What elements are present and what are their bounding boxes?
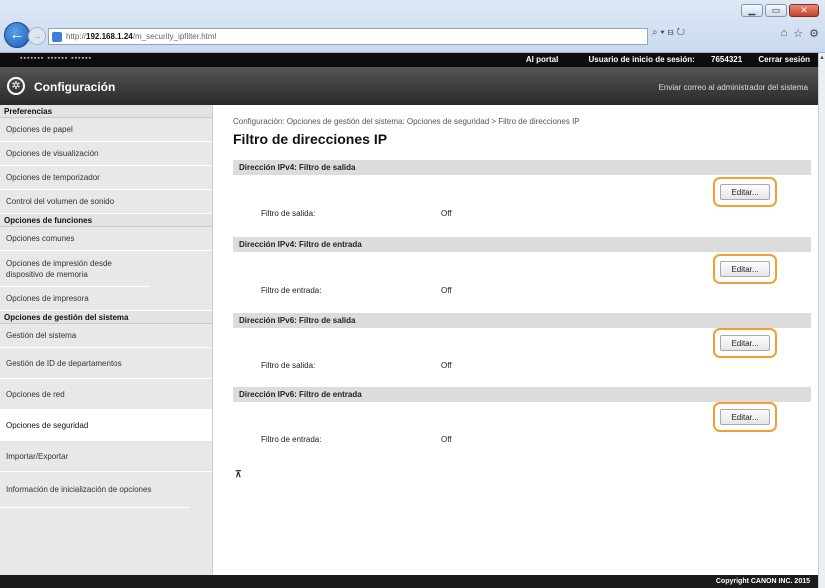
footer: Copyright CANON INC. 2015 [0, 575, 818, 588]
sidebar-item-visualizacion[interactable]: Opciones de visualización [0, 142, 212, 166]
sidebar-item-red[interactable]: Opciones de red [0, 379, 212, 410]
sidebar-item-inicializacion[interactable]: Información de inicialización de opcione… [0, 472, 190, 508]
copyright: Copyright CANON INC. 2015 [715, 578, 810, 585]
sidebar-item-id-departamentos[interactable]: Gestión de ID de departamentos [0, 348, 212, 379]
breadcrumb: Configuración: Opciones de gestión del s… [233, 117, 580, 126]
field-label-ipv4-salida: Filtro de salida: [261, 209, 316, 218]
page-icon [52, 32, 62, 42]
logout-link[interactable]: Cerrar sesión [758, 55, 810, 64]
portal-link[interactable]: Al portal [526, 55, 558, 64]
header-title: Configuración [34, 80, 116, 94]
window-controls: ▁ ▭ ✕ [741, 4, 819, 17]
home-icon[interactable]: ⌂ [781, 27, 788, 40]
sidebar-item-volumen[interactable]: Control del volumen de sonido [0, 190, 212, 214]
star-icon[interactable]: ☆ [793, 27, 803, 40]
url-path: /m_security_ipfilter.html [132, 32, 217, 41]
header-bar: ✲ Configuración Enviar correo al adminis… [0, 67, 818, 105]
sidebar-item-comunes[interactable]: Opciones comunes [0, 227, 212, 251]
section-heading-ipv6-salida: Dirección IPv6: Filtro de salida [233, 313, 811, 328]
close-window-button[interactable]: ✕ [789, 4, 819, 17]
edit-ipv4-salida-button[interactable]: Editar... [720, 184, 770, 200]
login-user-label: Usuario de inicio de sesión: [588, 55, 695, 64]
edit-button-frame: Editar... [713, 402, 777, 432]
field-value-ipv6-salida: Off [441, 361, 452, 370]
page-scrollbar[interactable]: ▲ [818, 53, 825, 588]
sidebar-item-papel[interactable]: Opciones de papel [0, 118, 212, 142]
field-value-ipv6-entrada: Off [441, 435, 452, 444]
sidebar-group-gestion: Opciones de gestión del sistema [0, 311, 212, 324]
browser-toolbar-icons: ⌂ ☆ ⚙ [781, 27, 819, 40]
edit-button-frame: Editar... [713, 254, 777, 284]
top-strip: ▪▪▪▪▪▪▪ ▪▪▪▪▪▪ ▪▪▪▪▪▪ Al portal Usuario … [0, 53, 818, 67]
top-links: Al portal Usuario de inicio de sesión: 7… [512, 55, 810, 64]
gear-icon[interactable]: ⚙ [809, 27, 819, 40]
scroll-up-icon[interactable]: ▲ [819, 55, 825, 61]
edit-button-frame: Editar... [713, 328, 777, 358]
field-value-ipv4-entrada: Off [441, 286, 452, 295]
section-heading-ipv6-entrada: Dirección IPv6: Filtro de entrada [233, 387, 811, 402]
sidebar-item-impresora[interactable]: Opciones de impresora [0, 287, 212, 311]
section-heading-ipv4-entrada: Dirección IPv4: Filtro de entrada [233, 237, 811, 252]
edit-ipv6-entrada-button[interactable]: Editar... [720, 409, 770, 425]
login-user: Usuario de inicio de sesión: 7654321 [575, 55, 743, 64]
field-label-ipv6-entrada: Filtro de entrada: [261, 435, 322, 444]
sidebar-group-funciones: Opciones de funciones [0, 214, 212, 227]
address-bar[interactable]: http://192.168.1.24/m_security_ipfilter.… [48, 28, 648, 45]
sidebar-item-gestion-sistema[interactable]: Gestión del sistema [0, 324, 212, 348]
sidebar-item-impresion-memoria[interactable]: Opciones de impresión desde dispositivo … [0, 251, 150, 287]
login-user-value: 7654321 [711, 55, 743, 64]
sidebar-item-importar-exportar[interactable]: Importar/Exportar [0, 441, 212, 472]
email-admin-link[interactable]: Enviar correo al administrador del siste… [659, 83, 808, 92]
settings-gear-icon: ✲ [7, 77, 25, 95]
sidebar-item-temporizador[interactable]: Opciones de temporizador [0, 166, 212, 190]
sidebar: Preferencias Opciones de papel Opciones … [0, 105, 213, 575]
address-bar-controls[interactable]: ⌕ ▾ ⊟ ↻ [652, 27, 685, 38]
browser-toolbar: ▁ ▭ ✕ ← → http://192.168.1.24/m_security… [0, 0, 825, 53]
minimize-button[interactable]: ▁ [741, 4, 763, 17]
sidebar-group-preferencias: Preferencias [0, 105, 212, 118]
section-heading-ipv4-salida: Dirección IPv4: Filtro de salida [233, 160, 811, 175]
maximize-button[interactable]: ▭ [765, 4, 787, 17]
field-label-ipv4-entrada: Filtro de entrada: [261, 286, 322, 295]
sidebar-item-seguridad[interactable]: Opciones de seguridad [0, 410, 212, 441]
main-content: Configuración: Opciones de gestión del s… [213, 105, 818, 575]
edit-ipv6-salida-button[interactable]: Editar... [720, 335, 770, 351]
page-title: Filtro de direcciones IP [233, 131, 388, 147]
url-text: http://192.168.1.24/m_security_ipfilter.… [66, 32, 216, 41]
back-button[interactable]: ← [4, 22, 30, 48]
forward-button[interactable]: → [28, 27, 46, 45]
edit-ipv4-entrada-button[interactable]: Editar... [720, 261, 770, 277]
url-prefix: http:// [66, 32, 87, 41]
device-name: ▪▪▪▪▪▪▪ ▪▪▪▪▪▪ ▪▪▪▪▪▪ [20, 55, 93, 62]
navigation-row: ← → http://192.168.1.24/m_security_ipfil… [4, 22, 821, 50]
back-to-top-icon[interactable]: ⊼ [235, 469, 242, 480]
field-value-ipv4-salida: Off [441, 209, 452, 218]
url-host: 192.168.1.24 [86, 32, 133, 41]
field-label-ipv6-salida: Filtro de salida: [261, 361, 316, 370]
edit-button-frame: Editar... [713, 177, 777, 207]
